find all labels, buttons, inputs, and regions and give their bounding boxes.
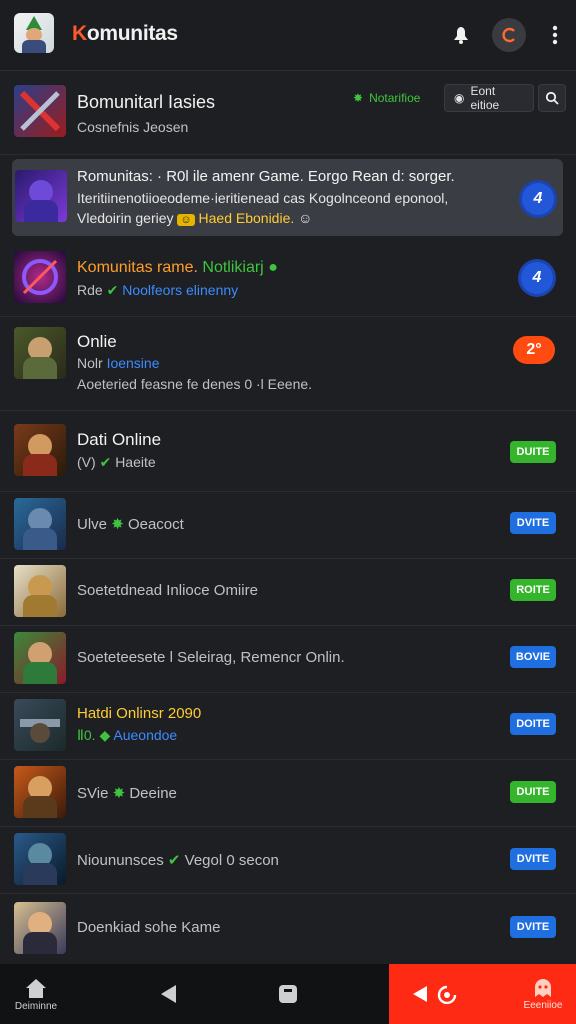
item-title: Ulve ✸ Oeacoct <box>77 516 184 533</box>
item-title: Hatdi Onlinsr 2090 <box>77 705 202 722</box>
item-title: Nioununsces ✔ Vegol 0 secon <box>77 852 279 869</box>
join-button[interactable]: DUITE <box>510 441 556 463</box>
count-badge: 4 <box>522 183 554 215</box>
game-thumbnail <box>15 170 67 222</box>
notification-icon[interactable] <box>444 18 478 52</box>
join-button[interactable]: DVITE <box>510 916 556 938</box>
list-item[interactable]: Dati Online (V) ✔ Haeite DUITE <box>0 411 576 492</box>
badge-icon: ✸ <box>111 516 124 533</box>
game-thumbnail <box>14 327 66 379</box>
search-button[interactable] <box>538 84 566 112</box>
smile-icon: ☺ <box>298 210 313 226</box>
check-icon: ✔ <box>106 282 119 298</box>
game-thumbnail <box>14 565 66 617</box>
item-title: Soeteteesete l Seleirag, Remencr Onlin. <box>77 649 345 666</box>
person-icon: ◉ <box>454 91 465 105</box>
top-app-bar: Komunitas <box>0 0 576 71</box>
item-meta: Vledoirin geriey ☺ Haed Ebonidie. ☺ <box>77 210 313 226</box>
item-subtitle: Rde ✔ Noolfeors elinenny <box>77 282 239 298</box>
status-dot-icon: ● <box>268 259 278 276</box>
item-title: Soetetdnead Inlioce Omiire <box>77 582 258 599</box>
game-thumbnail <box>14 766 66 818</box>
recents-icon <box>279 985 297 1003</box>
item-description: Aoeteried feasne fe denes 0 ·l Eeene. <box>77 376 313 392</box>
item-subtitle: (V) ✔ Haeite <box>77 454 156 470</box>
list-item[interactable]: Soetetdnead Inlioce Omiire ROITE <box>0 559 576 626</box>
game-thumbnail <box>14 498 66 550</box>
item-subtitle: Ⅱ0. ◆ Aueondoe <box>77 727 178 743</box>
game-thumbnail <box>14 902 66 954</box>
mascot-icon <box>535 978 551 997</box>
nav-profile[interactable]: Eeeniioe <box>510 964 576 1024</box>
item-title: Onlie <box>77 332 117 351</box>
item-title: SVie ✸ Deeine <box>77 785 177 802</box>
list-item[interactable]: Onlie Nolr Ioensine Aoeteried feasne fe … <box>0 317 576 411</box>
join-button[interactable]: ROITE <box>510 579 556 601</box>
app-title: Komunitas <box>72 22 178 45</box>
game-thumbnail <box>14 251 66 303</box>
list-item[interactable]: Nioununsces ✔ Vegol 0 secon DVITE <box>0 827 576 894</box>
join-button[interactable]: DUITE <box>510 781 556 803</box>
more-menu-icon[interactable] <box>538 18 572 52</box>
count-badge: 4 <box>521 262 553 294</box>
online-filter-chip[interactable]: ◉ Eont eitioe <box>444 84 534 112</box>
search-icon <box>545 91 559 105</box>
game-thumbnail <box>14 424 66 476</box>
nav-back[interactable] <box>148 964 188 1024</box>
avatar-logo[interactable] <box>14 13 54 53</box>
back-icon <box>161 985 176 1003</box>
list-item[interactable]: Soeteteesete l Seleirag, Remencr Onlin. … <box>0 626 576 693</box>
home-icon <box>26 978 46 998</box>
community-thumbnail <box>14 85 66 137</box>
badge-icon: ◆ <box>99 727 111 743</box>
bottom-navigation: Deiminne Eeeniioe <box>0 964 576 1024</box>
item-title: Dati Online <box>77 430 162 449</box>
join-button[interactable]: BOVIE <box>510 646 556 668</box>
nav-home[interactable]: Deiminne <box>0 964 72 1024</box>
list-item[interactable]: Doenkiad sohe Kame DVITE <box>0 894 576 964</box>
list-item[interactable]: Hatdi Onlinsr 2090 Ⅱ0. ◆ Aueondoe DOITE <box>0 693 576 760</box>
game-thumbnail <box>14 833 66 885</box>
nav-play[interactable] <box>400 964 470 1024</box>
check-icon: ✔ <box>99 454 112 470</box>
game-thumbnail <box>14 632 66 684</box>
join-button[interactable]: DVITE <box>510 512 556 534</box>
badge-icon: ✸ <box>112 785 126 802</box>
item-title: Komunitas rame. Notlikiarj ● <box>77 259 278 276</box>
join-button[interactable]: DVITE <box>510 848 556 870</box>
back-arrow-icon <box>413 986 427 1002</box>
badge-icon: ☺ <box>177 214 195 226</box>
notification-filter-chip[interactable]: ✸ Notarifioe <box>344 84 429 112</box>
game-thumbnail <box>14 699 66 751</box>
list-item[interactable]: SVie ✸ Deeine DUITE <box>0 760 576 827</box>
item-title: Doenkiad sohe Kame <box>77 919 221 936</box>
list-item[interactable]: Romunitas: · R0l ile amenr Game. Eorgo R… <box>12 159 563 236</box>
star-icon: ✸ <box>353 91 364 105</box>
list-item[interactable]: Ulve ✸ Oeacoct DVITE <box>0 492 576 559</box>
community-subtitle: Cosnefnis Jeosen <box>77 119 189 135</box>
gamepad-icon <box>437 985 457 1004</box>
item-subtitle: Nolr Ioensine <box>77 355 160 371</box>
count-badge: 2° <box>513 336 555 364</box>
check-icon: ✔ <box>167 852 181 869</box>
item-title: Romunitas: · R0l ile amenr Game. Eorgo R… <box>77 168 455 185</box>
list-item[interactable]: Komunitas rame. Notlikiarj ● Rde ✔ Noolf… <box>0 240 576 317</box>
join-button[interactable]: DOITE <box>510 713 556 735</box>
item-description: Iteritiinenotiioeodeme·ieritienead cas K… <box>77 190 449 206</box>
community-title: Bomunitarl Iasies <box>77 92 216 112</box>
profile-icon[interactable] <box>492 18 526 52</box>
nav-recents[interactable] <box>268 964 308 1024</box>
